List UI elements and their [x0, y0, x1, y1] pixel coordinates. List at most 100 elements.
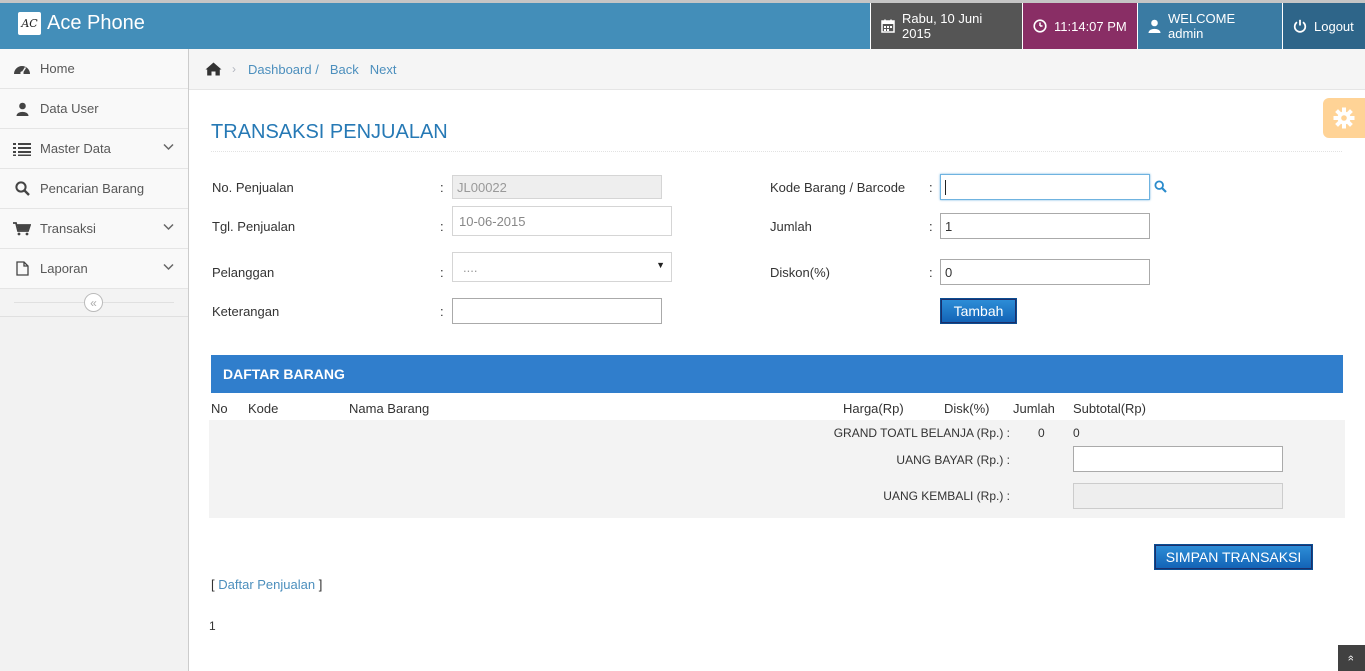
- brand-logo: AC: [18, 12, 41, 35]
- column-header-harga: Harga(Rp): [843, 401, 904, 416]
- grand-total-jumlah: 0: [1038, 426, 1045, 440]
- time-display: 11:14:07 PM: [1022, 3, 1137, 49]
- date-text: Rabu, 10 Juni 2015: [902, 11, 983, 41]
- navbar-right: Rabu, 10 Juni 2015 11:14:07 PM WELCOME a…: [870, 3, 1365, 49]
- breadcrumb: › Dashboard / Back Next: [189, 49, 1365, 90]
- tgl-penjualan-field[interactable]: 10-06-2015: [452, 206, 672, 236]
- sidebar-item-label: Pencarian Barang: [40, 181, 145, 196]
- user-icon: [1148, 19, 1161, 33]
- pelanggan-value: ....: [463, 259, 478, 275]
- sidebar-item-master-data[interactable]: Master Data: [0, 129, 188, 169]
- search-icon[interactable]: [1154, 180, 1167, 193]
- column-header-nama-barang: Nama Barang: [349, 401, 430, 416]
- uang-kembali-field: [1073, 483, 1283, 509]
- logout-label: Logout: [1314, 18, 1354, 34]
- date-display: Rabu, 10 Juni 2015: [870, 3, 1022, 49]
- colon: :: [440, 219, 444, 234]
- clock-icon: [1033, 19, 1047, 33]
- column-header-no: No: [211, 401, 228, 416]
- search-icon: [12, 181, 32, 196]
- double-chevron-up-icon: »: [1345, 654, 1358, 662]
- sidebar-item-label: Data User: [40, 101, 99, 116]
- sidebar-item-data-user[interactable]: Data User: [0, 89, 188, 129]
- colon: :: [440, 265, 444, 280]
- welcome-text: WELCOME admin: [1168, 11, 1236, 41]
- breadcrumb-next-link[interactable]: Next: [370, 62, 397, 77]
- column-header-jumlah: Jumlah: [1013, 401, 1055, 416]
- home-icon[interactable]: [205, 62, 222, 76]
- chevron-down-icon: [163, 143, 174, 151]
- time-text: 11:14:07 PM: [1054, 18, 1127, 34]
- keterangan-input[interactable]: [452, 298, 662, 324]
- grand-total-label: GRAND TOATL BELANJA (Rp.) :: [833, 426, 1010, 440]
- grand-total-subtotal: 0: [1073, 426, 1080, 440]
- sidebar-item-label: Master Data: [40, 141, 111, 156]
- double-chevron-left-icon: «: [90, 295, 97, 310]
- scroll-to-top-button[interactable]: »: [1338, 645, 1365, 671]
- diskon-input[interactable]: 0: [940, 259, 1150, 285]
- file-icon: [12, 261, 32, 276]
- column-header-kode: Kode: [248, 401, 279, 416]
- tgl-penjualan-label: Tgl. Penjualan: [212, 219, 296, 234]
- diskon-label: Diskon(%): [770, 265, 830, 280]
- top-navbar: AC Ace Phone Rabu, 10 Juni 2015 11:14:07…: [0, 0, 1365, 49]
- app-title: Ace Phone: [47, 12, 145, 34]
- breadcrumb-dashboard-link[interactable]: Dashboard /: [248, 62, 319, 77]
- colon: :: [440, 304, 444, 319]
- collapse-sidebar-button[interactable]: «: [84, 293, 103, 312]
- daftar-penjualan-nav: [ Daftar Penjualan ]: [211, 577, 322, 592]
- simpan-transaksi-button[interactable]: SIMPAN TRANSAKSI: [1154, 544, 1313, 570]
- column-header-disk: Disk(%): [944, 401, 990, 416]
- kode-barang-input[interactable]: [940, 174, 1150, 200]
- tgl-penjualan-value: 10-06-2015: [459, 213, 526, 229]
- calendar-icon: [881, 19, 895, 33]
- uang-bayar-label: UANG BAYAR (Rp.) :: [896, 453, 1010, 467]
- cart-icon: [12, 221, 32, 236]
- pelanggan-select[interactable]: .... ▼: [452, 252, 672, 282]
- chevron-down-icon: [163, 223, 174, 231]
- sidebar-item-laporan[interactable]: Laporan: [0, 249, 188, 289]
- page-title: TRANSAKSI PENJUALAN: [211, 121, 1342, 152]
- dashboard-icon: [12, 62, 32, 76]
- column-header-subtotal: Subtotal(Rp): [1073, 401, 1146, 416]
- sidebar: Home Data User Master Data Pencarian Bar…: [0, 49, 189, 671]
- user-icon: [12, 102, 32, 116]
- sidebar-item-home[interactable]: Home: [0, 49, 188, 89]
- sidebar-item-label: Laporan: [40, 261, 88, 276]
- daftar-penjualan-link[interactable]: Daftar Penjualan: [218, 577, 315, 592]
- colon: :: [929, 180, 933, 195]
- no-penjualan-value: JL00022: [457, 179, 507, 195]
- daftar-barang-header: DAFTAR BARANG: [211, 355, 1343, 393]
- pelanggan-label: Pelanggan: [212, 265, 275, 280]
- chevron-down-icon: [163, 263, 174, 271]
- jumlah-value: 1: [945, 218, 953, 234]
- jumlah-label: Jumlah: [770, 219, 812, 234]
- no-penjualan-label: No. Penjualan: [212, 180, 294, 195]
- colon: :: [440, 180, 444, 195]
- sidebar-item-transaksi[interactable]: Transaksi: [0, 209, 188, 249]
- dropdown-arrow-icon: ▼: [656, 260, 665, 270]
- tambah-button[interactable]: Tambah: [940, 298, 1017, 324]
- kode-barang-label: Kode Barang / Barcode: [770, 180, 906, 195]
- user-menu[interactable]: WELCOME admin: [1137, 3, 1282, 49]
- list-icon: [12, 142, 32, 156]
- no-penjualan-field[interactable]: JL00022: [452, 175, 662, 199]
- uang-bayar-input[interactable]: [1073, 446, 1283, 472]
- sidebar-collapse: «: [0, 289, 188, 317]
- logout-button[interactable]: Logout: [1282, 3, 1365, 49]
- jumlah-input[interactable]: 1: [940, 213, 1150, 239]
- bracket-close: ]: [318, 577, 323, 592]
- colon: :: [929, 265, 933, 280]
- bracket-open: [: [211, 577, 215, 592]
- power-icon: [1293, 19, 1307, 33]
- brand[interactable]: AC Ace Phone: [18, 12, 145, 35]
- colon: :: [929, 219, 933, 234]
- uang-kembali-label: UANG KEMBALI (Rp.) :: [883, 489, 1010, 503]
- keterangan-label: Keterangan: [212, 304, 280, 319]
- sidebar-item-label: Home: [40, 61, 75, 76]
- breadcrumb-back-link[interactable]: Back: [330, 62, 359, 77]
- breadcrumb-separator: ›: [232, 62, 236, 76]
- text-cursor: [945, 179, 946, 195]
- sidebar-item-pencarian-barang[interactable]: Pencarian Barang: [0, 169, 188, 209]
- sidebar-item-label: Transaksi: [40, 221, 96, 236]
